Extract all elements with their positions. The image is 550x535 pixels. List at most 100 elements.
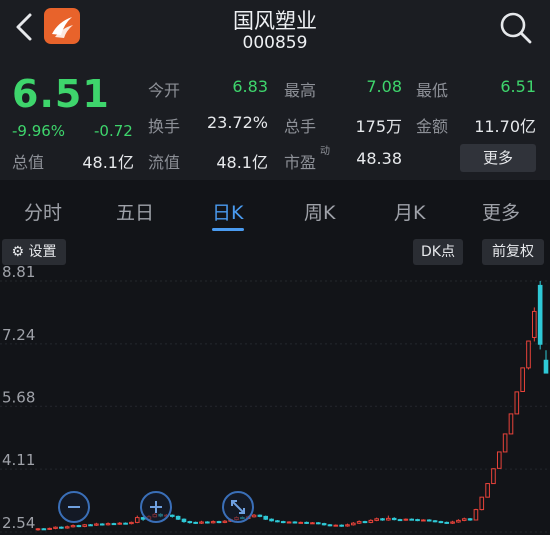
y-tick-label: 2.54 <box>2 514 35 532</box>
candle-up <box>333 524 339 527</box>
adjust-mode-button[interactable]: 前复权 <box>482 239 544 265</box>
candle-down <box>467 518 473 521</box>
zoom-in-button[interactable] <box>140 491 172 523</box>
candle-down <box>292 521 298 524</box>
candle-down <box>88 524 93 527</box>
candle-down <box>275 520 280 523</box>
volume-label: 总手 <box>284 117 317 136</box>
candle-up <box>508 413 514 435</box>
tab-monthly-k[interactable]: 月K <box>394 198 425 225</box>
zoom-out-button[interactable] <box>58 491 90 523</box>
candle-down <box>181 518 187 523</box>
stock-name: 国风塑业 <box>233 9 317 33</box>
candle-down <box>537 284 543 345</box>
high-value: 7.08 <box>366 77 402 96</box>
candle-up <box>479 496 485 511</box>
y-tick-label: 4.11 <box>2 451 35 469</box>
candle-up <box>129 521 134 525</box>
turnover-value: 23.72% <box>206 113 268 132</box>
candle-down <box>111 523 117 526</box>
candle-up <box>403 518 409 521</box>
current-price: 6.51 <box>12 72 110 116</box>
candle-down <box>76 525 82 528</box>
candle-up <box>456 519 461 523</box>
y-tick-label: 5.68 <box>2 388 35 406</box>
period-tabs: 分时 五日 日K 周K 月K 更多 <box>0 184 550 236</box>
candle-up <box>286 521 292 524</box>
tab-weekly-k[interactable]: 周K <box>304 198 335 225</box>
tab-more[interactable]: 更多 <box>482 198 520 225</box>
candle-up <box>345 524 350 527</box>
candle-up <box>386 517 391 521</box>
float-cap-value: 48.1亿 <box>216 153 268 172</box>
settings-label: 设置 <box>28 244 57 260</box>
pe-label: 市盈 <box>284 153 317 172</box>
candle-up <box>64 526 70 529</box>
candle-up <box>491 468 496 485</box>
candle-down <box>397 519 403 522</box>
candle-down <box>216 521 222 524</box>
candle-up <box>514 391 520 415</box>
kline-chart[interactable]: 8.81 7.24 5.68 4.11 2.54 ⚙ 设置 DK点 前复权 <box>0 236 550 535</box>
candle-up <box>374 518 379 521</box>
amount-label: 金额 <box>416 117 449 136</box>
settings-button[interactable]: ⚙ 设置 <box>2 239 66 265</box>
total-cap-value: 48.1亿 <box>82 153 134 172</box>
candle-down <box>327 524 333 527</box>
expand-icon <box>231 500 245 514</box>
low-value: 6.51 <box>500 77 536 96</box>
amount-value: 11.70亿 <box>474 117 536 136</box>
tab-intraday[interactable]: 分时 <box>24 198 62 225</box>
kline-chart-svg: 8.81 7.24 5.68 4.11 2.54 <box>0 263 550 533</box>
candle-up <box>450 521 455 524</box>
candle-down <box>438 521 444 524</box>
candle-up <box>251 514 257 518</box>
candle-down <box>426 519 432 522</box>
candle-up <box>351 522 356 526</box>
candle-down <box>362 521 368 524</box>
candle-up <box>461 518 467 521</box>
float-cap-label: 流值 <box>148 153 181 172</box>
candle-down <box>257 514 263 517</box>
tab-five-day[interactable]: 五日 <box>116 198 154 225</box>
candle-down <box>59 526 64 529</box>
pe-value: 48.38 <box>356 149 402 168</box>
candle-down <box>169 514 175 517</box>
total-cap-label: 总值 <box>12 153 45 172</box>
candle-up <box>368 519 374 523</box>
fullscreen-button[interactable] <box>222 491 254 523</box>
y-tick-label: 7.24 <box>2 326 35 344</box>
more-button[interactable]: 更多 <box>460 144 536 172</box>
dk-point-button[interactable]: DK点 <box>413 239 463 265</box>
stock-code: 000859 <box>242 33 308 53</box>
pe-superscript: 动 <box>320 146 330 157</box>
candle-down <box>193 521 198 524</box>
minus-icon <box>68 506 80 508</box>
volume-value: 175万 <box>355 117 402 136</box>
open-value: 6.83 <box>232 77 268 96</box>
candle-up <box>421 519 426 522</box>
candle-down <box>41 528 47 531</box>
candle-down <box>380 518 385 521</box>
open-label: 今开 <box>148 81 181 100</box>
candle-up <box>222 520 228 523</box>
change-amount: -0.72 <box>94 122 133 140</box>
candle-down <box>321 523 327 526</box>
candle-up <box>70 525 76 528</box>
candle-down <box>263 515 269 520</box>
candle-down <box>205 521 210 524</box>
plus-icon <box>150 501 162 513</box>
candle-down <box>415 519 420 522</box>
candle-up <box>473 509 479 521</box>
high-label: 最高 <box>284 81 317 100</box>
candle-up <box>532 310 537 338</box>
candle-down <box>391 517 397 521</box>
search-icon[interactable] <box>498 10 534 46</box>
candle-down <box>269 518 274 522</box>
candle-down <box>315 522 321 525</box>
candle-down <box>123 522 128 525</box>
candle-up <box>526 340 531 369</box>
top-bar: 国风塑业 000859 <box>0 0 550 62</box>
tab-daily-k[interactable]: 日K <box>212 198 243 225</box>
candle-down <box>409 518 415 521</box>
